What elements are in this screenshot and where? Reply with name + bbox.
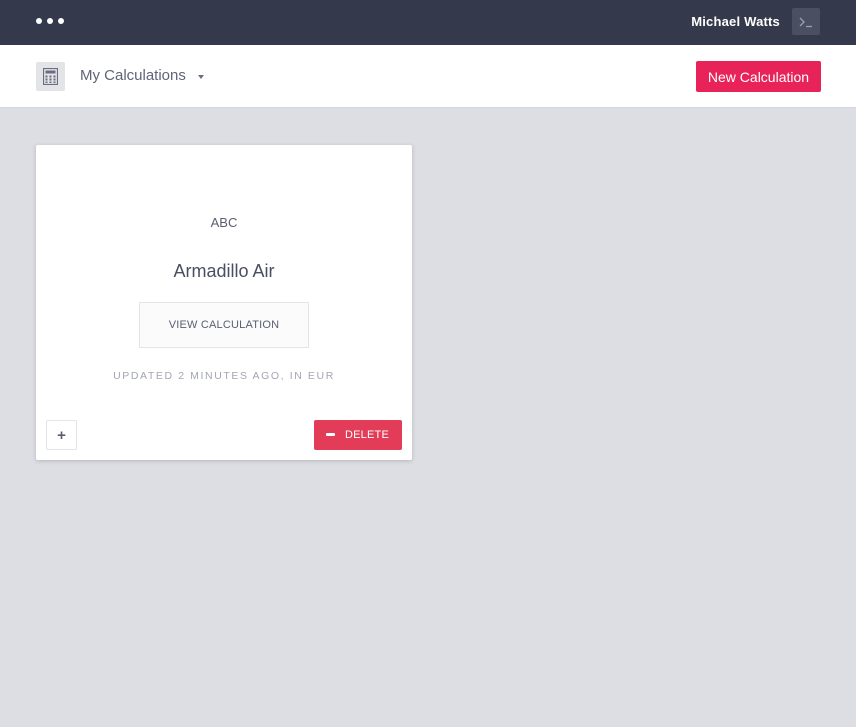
add-button[interactable]: + (46, 420, 77, 450)
terminal-button[interactable] (792, 8, 820, 35)
dot (36, 18, 42, 24)
card-code: ABC (210, 215, 238, 230)
new-calculation-button[interactable]: New Calculation (696, 61, 821, 92)
dot (58, 18, 64, 24)
calculator-icon (36, 62, 65, 91)
page-title-dropdown[interactable]: My Calculations (80, 67, 186, 84)
user-name[interactable]: Michael Watts (691, 14, 780, 29)
ellipsis-menu-icon[interactable] (36, 18, 64, 24)
delete-button[interactable]: DELETE (314, 420, 402, 450)
page-header: My Calculations New Calculation (0, 45, 856, 108)
chevron-down-icon[interactable] (198, 75, 204, 79)
card-title: Armadillo Air (173, 261, 275, 281)
terminal-icon (799, 17, 812, 27)
updated-status: UPDATED 2 MINUTES AGO, IN EUR (113, 370, 335, 382)
minus-icon (326, 433, 335, 436)
view-calculation-button[interactable]: VIEW CALCULATION (139, 302, 309, 348)
delete-label: DELETE (345, 429, 389, 441)
top-bar: Michael Watts (0, 0, 856, 45)
dot (47, 18, 53, 24)
calculation-card: ABC Armadillo Air VIEW CALCULATION UPDAT… (36, 145, 412, 460)
